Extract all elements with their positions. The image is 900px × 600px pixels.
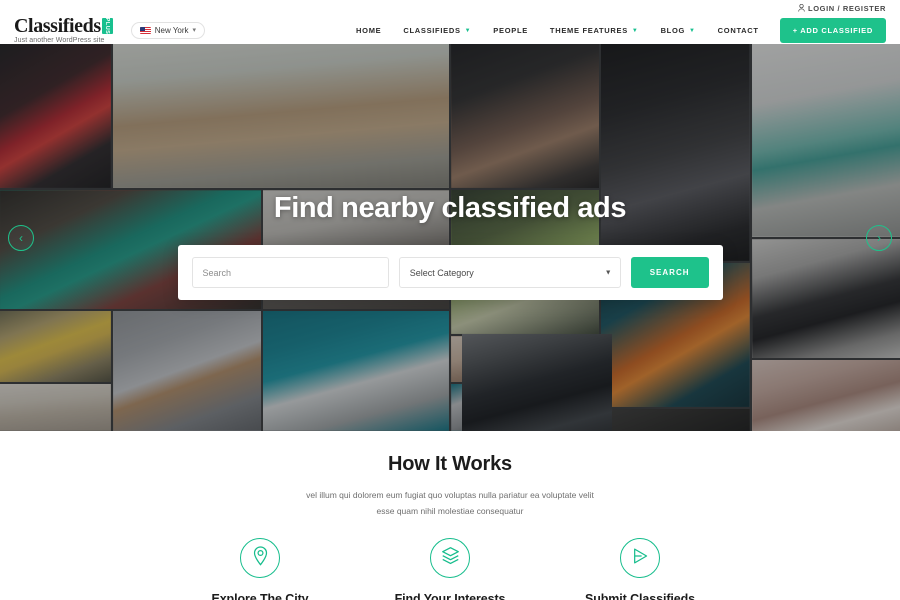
mosaic-tile-coffee-tea (450, 44, 600, 188)
nav-item-blog[interactable]: BLOG ▼ (650, 20, 707, 41)
nav-item-people-label: PEOPLE (493, 25, 528, 35)
nav-item-contact-label: CONTACT (717, 25, 759, 35)
send-play-icon (631, 547, 649, 570)
how-it-works-subtitle: vel illum qui dolorem eum fugiat quo vol… (306, 490, 594, 516)
hero-section: Find nearby classified ads Select Catego… (0, 44, 900, 431)
login-register-link[interactable]: LOGIN / REGISTER (798, 4, 886, 13)
chevron-down-icon: ▾ (192, 26, 197, 34)
mosaic-tile-sunflowers (0, 311, 111, 383)
feature-submit-classifieds[interactable]: Submit Classifieds (545, 538, 735, 600)
brand-plus-badge-label: PLUS (104, 17, 111, 34)
mosaic-tile-gym-center (462, 334, 612, 431)
how-it-works-title: How It Works (388, 453, 512, 475)
brand-name: Classifieds (14, 14, 101, 37)
nav-item-theme-features-label: THEME FEATURES (549, 25, 628, 35)
header-main-bar: Classifieds PLUS Just another WordPress … (0, 16, 900, 44)
mosaic-tile-shoes (751, 360, 900, 431)
carousel-next-button[interactable]: › (866, 224, 892, 251)
mosaic-tile-motorcycle-dark (601, 44, 750, 261)
nav-item-contact[interactable]: CONTACT (707, 20, 770, 41)
chevron-left-icon: ‹ (19, 230, 23, 245)
add-classified-button[interactable]: + ADD CLASSIFIED (779, 17, 886, 43)
chevron-down-icon: ▼ (689, 27, 696, 34)
feature-icon-circle (430, 538, 470, 579)
main-navigation: HOME CLASSIFIEDS ▼ PEOPLE THEME FEATURES… (345, 17, 886, 43)
site-header: LOGIN / REGISTER Classifieds PLUS Just a… (0, 0, 900, 44)
feature-label: Submit Classifieds (584, 592, 696, 600)
feature-icon-circle (620, 538, 660, 579)
user-icon (798, 4, 805, 12)
mosaic-tile-living-room (112, 44, 449, 188)
brand-row: Classifieds PLUS (14, 14, 113, 37)
feature-explore-the-city[interactable]: Explore The City (165, 538, 355, 600)
feature-list: Explore The City Find Your Interests Sub… (0, 538, 900, 600)
nav-item-people[interactable]: PEOPLE (482, 20, 539, 41)
mosaic-tile-laptop (112, 311, 262, 431)
layers-icon (441, 546, 460, 570)
chevron-down-icon: ▼ (464, 27, 472, 34)
hero-image-mosaic (0, 44, 900, 431)
feature-label: Explore The City (211, 592, 309, 600)
us-flag-icon (139, 26, 151, 34)
category-select[interactable]: Select Category (398, 257, 621, 288)
nav-item-classifieds[interactable]: CLASSIFIEDS ▼ (392, 20, 482, 41)
mosaic-tile-bedroom (751, 44, 900, 237)
feature-icon-circle (240, 538, 280, 579)
brand-tagline: Just another WordPress site (14, 36, 105, 44)
brand-plus-badge: PLUS (101, 17, 113, 34)
chevron-right-icon: › (877, 230, 881, 245)
mosaic-tile-bicycle (263, 311, 449, 431)
mosaic-tile-sofa-beige (0, 384, 111, 431)
feature-find-your-interests[interactable]: Find Your Interests (355, 538, 545, 600)
search-input[interactable] (191, 257, 389, 288)
nav-item-theme-features[interactable]: THEME FEATURES ▼ (539, 20, 650, 41)
category-select-wrapper: Select Category ▼ (398, 257, 621, 288)
location-selector[interactable]: New York ▾ (130, 21, 206, 39)
search-button[interactable]: SEARCH (630, 257, 709, 288)
map-pin-icon (252, 546, 269, 571)
feature-label: Find Your Interests (394, 592, 506, 600)
carousel-prev-button[interactable]: ‹ (8, 224, 34, 251)
mosaic-tile-gym-woman (601, 408, 750, 431)
nav-item-classifieds-label: CLASSIFIEDS (403, 25, 461, 35)
how-it-works-section: How It Works vel illum qui dolorem eum f… (0, 431, 900, 600)
login-register-label: LOGIN / REGISTER (808, 3, 886, 13)
mosaic-tile-car-red (0, 44, 111, 188)
nav-item-home-label: HOME (356, 25, 382, 35)
nav-item-blog-label: BLOG (660, 25, 686, 35)
site-brand[interactable]: Classifieds PLUS Just another WordPress … (14, 14, 113, 44)
top-utility-bar: LOGIN / REGISTER (0, 0, 900, 16)
hero-search-panel: Select Category ▼ SEARCH (177, 245, 723, 300)
location-label: New York (154, 25, 189, 35)
mosaic-tile-headphones (751, 238, 900, 359)
chevron-down-icon: ▼ (631, 27, 639, 34)
nav-item-home[interactable]: HOME (345, 20, 392, 41)
